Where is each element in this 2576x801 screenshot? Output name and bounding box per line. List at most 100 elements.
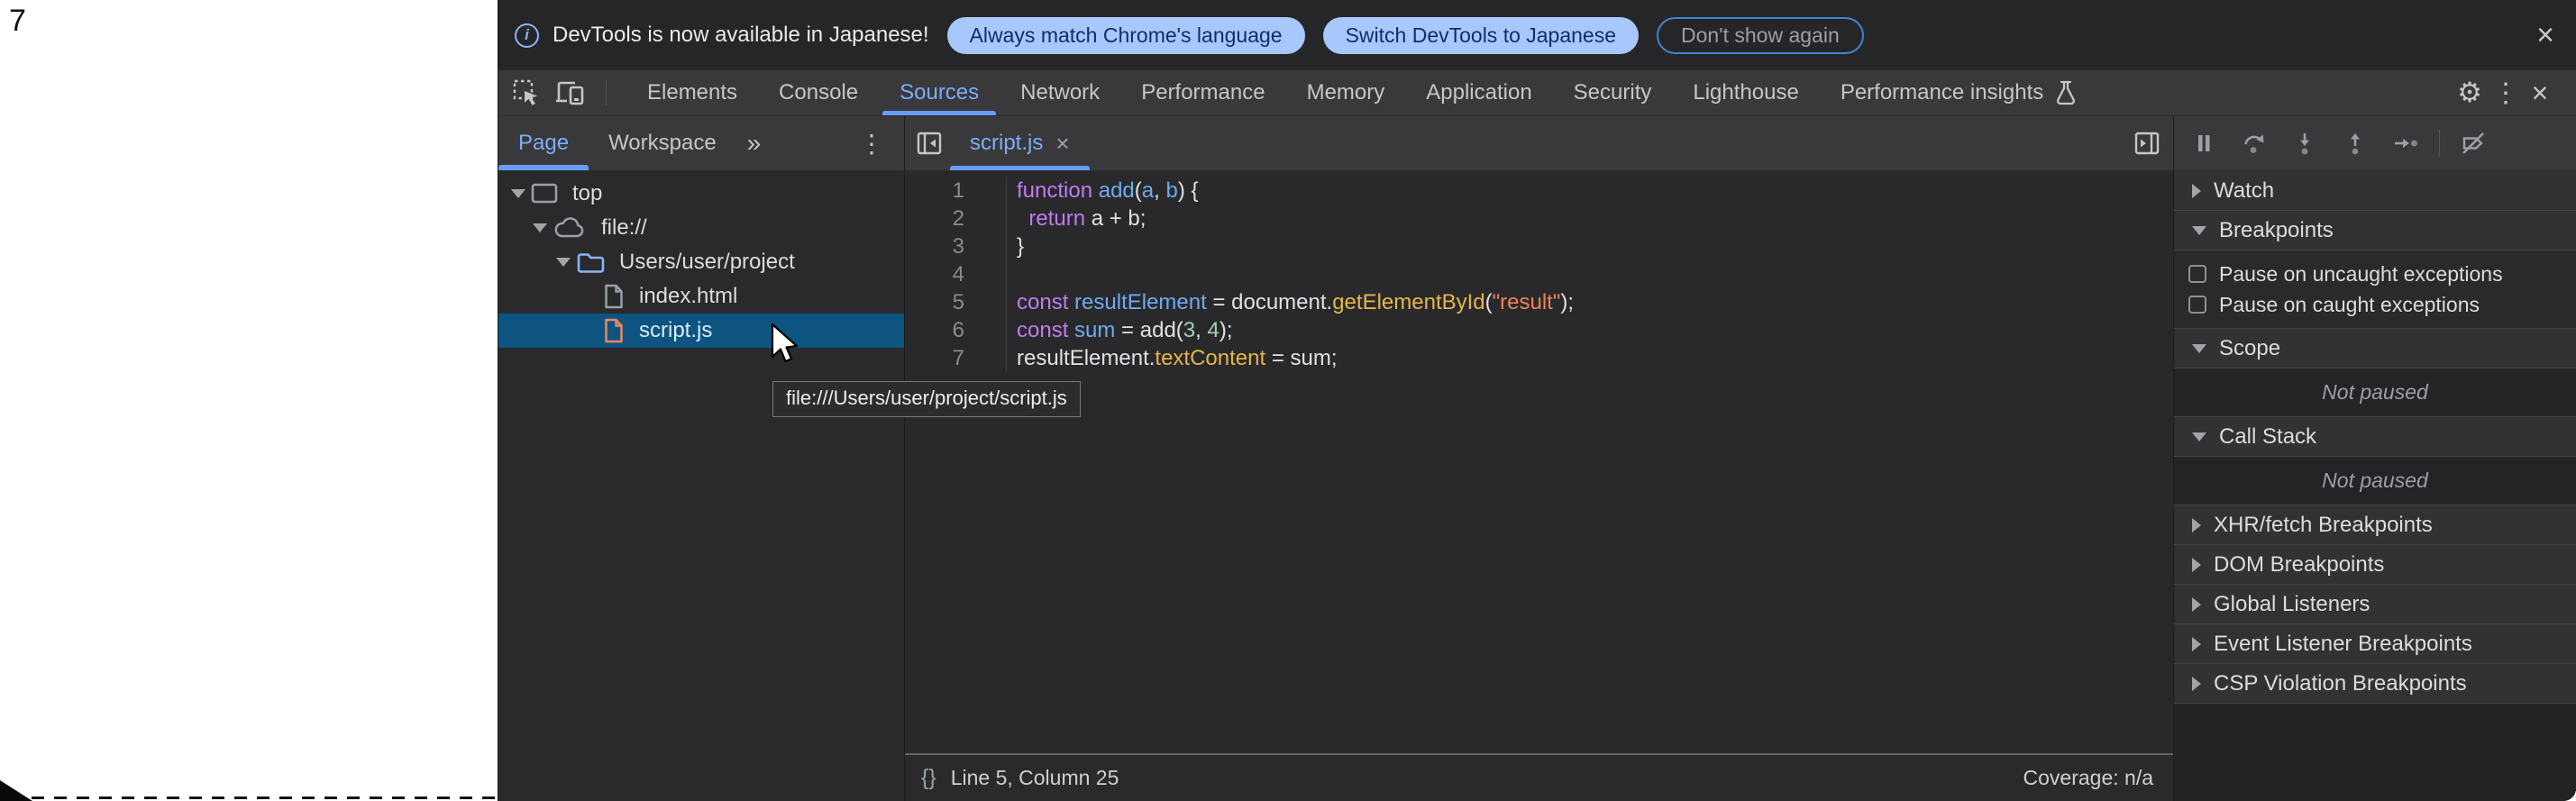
collapse-arrow-icon[interactable] — [2192, 344, 2206, 353]
code-line-5[interactable]: 5const resultElement = document.getEleme… — [905, 288, 2173, 316]
checkbox-row-pause-on-uncaught-exceptions[interactable]: Pause on uncaught exceptions — [2174, 259, 2576, 289]
always-match-language-button[interactable]: Always match Chrome's language — [947, 17, 1305, 54]
toggle-debugger-sidebar-icon[interactable] — [2133, 116, 2173, 170]
step-out-icon[interactable] — [2334, 123, 2376, 164]
expand-arrow-icon[interactable] — [556, 258, 571, 267]
tree-item-label: file:// — [601, 215, 647, 241]
tab-label: Security — [1574, 80, 1652, 105]
tree-item-script-js[interactable]: script.js — [498, 314, 904, 348]
folder-icon — [576, 250, 605, 274]
inspect-element-icon[interactable] — [512, 70, 541, 115]
not-paused-placeholder: Not paused — [2174, 369, 2576, 417]
section-header-call-stack[interactable]: Call Stack — [2174, 417, 2576, 457]
tab-memory[interactable]: Memory — [1286, 70, 1406, 115]
tab-console[interactable]: Console — [758, 70, 879, 115]
pause-script-icon[interactable] — [2183, 123, 2224, 164]
coverage-text: Coverage: n/a — [2023, 766, 2153, 790]
tab-security[interactable]: Security — [1553, 70, 1673, 115]
infobar-close-icon[interactable]: × — [2536, 20, 2554, 50]
expand-arrow-icon[interactable] — [2192, 597, 2201, 612]
tab-label: Console — [779, 80, 858, 105]
expand-arrow-icon[interactable] — [2192, 184, 2201, 198]
tree-item-users-user-project[interactable]: Users/user/project — [498, 245, 904, 279]
code-line-7[interactable]: 7resultElement.textContent = sum; — [905, 344, 2173, 372]
tab-label: Application — [1426, 80, 1531, 105]
code-line-2[interactable]: 2 return a + b; — [905, 205, 2173, 232]
devtools-close-icon[interactable]: × — [2522, 77, 2558, 110]
braces-icon: {} — [921, 765, 936, 791]
tree-item-index-html[interactable]: index.html — [498, 279, 904, 314]
line-number[interactable]: 6 — [905, 316, 1007, 344]
editor-tab-close-icon[interactable]: × — [1055, 130, 1069, 158]
line-number[interactable]: 4 — [905, 260, 1007, 288]
settings-gear-icon[interactable]: ⚙ — [2450, 77, 2489, 109]
step-over-icon[interactable] — [2233, 123, 2275, 164]
tree-item-top[interactable]: top — [498, 177, 904, 211]
line-content: function add(a, b) { — [1007, 177, 1199, 205]
expand-arrow-icon[interactable] — [2192, 518, 2201, 532]
dont-show-again-button[interactable]: Don't show again — [1657, 17, 1864, 54]
line-number[interactable]: 3 — [905, 232, 1007, 260]
code-line-3[interactable]: 3} — [905, 232, 2173, 260]
file-tree: top file:// Users/user/project index.htmlsc… — [498, 171, 904, 348]
navigator-tab-workspace[interactable]: Workspace — [589, 116, 736, 170]
section-header-scope[interactable]: Scope — [2174, 329, 2576, 369]
step-into-icon[interactable] — [2284, 123, 2325, 164]
infobar-message: DevTools is now available in Japanese! — [553, 23, 929, 48]
more-tabs-chevrons[interactable]: » — [736, 116, 774, 170]
line-number[interactable]: 1 — [905, 177, 1007, 205]
tree-item-file[interactable]: file:// — [498, 211, 904, 245]
section-header-watch[interactable]: Watch — [2174, 171, 2576, 211]
tab-performance[interactable]: Performance — [1120, 70, 1285, 115]
code-line-1[interactable]: 1function add(a, b) { — [905, 177, 2173, 205]
tree-item-label: top — [572, 181, 602, 206]
navigator-tab-page[interactable]: Page — [498, 116, 589, 170]
tab-lighthouse[interactable]: Lighthouse — [1672, 70, 1819, 115]
section-header-csp-violation-breakpoints[interactable]: CSP Violation Breakpoints — [2174, 664, 2576, 704]
devtools-infobar: i DevTools is now available in Japanese!… — [498, 0, 2576, 70]
collapse-arrow-icon[interactable] — [2192, 432, 2206, 441]
step-icon[interactable] — [2385, 123, 2426, 164]
navigator-header: PageWorkspace » ⋮ — [498, 116, 904, 171]
line-number[interactable]: 2 — [905, 205, 1007, 232]
section-header-breakpoints[interactable]: Breakpoints — [2174, 211, 2576, 250]
line-content: const resultElement = document.getElemen… — [1007, 288, 1574, 316]
code-line-6[interactable]: 6const sum = add(3, 4); — [905, 316, 2173, 344]
checkbox-label: Pause on caught exceptions — [2219, 293, 2480, 317]
more-options-kebab-icon[interactable]: ⋮ — [2489, 77, 2522, 109]
editor-tab-script-js[interactable]: script.js × — [950, 116, 1090, 170]
device-toolbar-icon[interactable] — [555, 70, 584, 115]
line-number[interactable]: 7 — [905, 344, 1007, 372]
expand-arrow-icon[interactable] — [533, 223, 547, 232]
tab-performance-insights[interactable]: Performance insights — [1820, 70, 2098, 115]
navigator-menu-kebab-icon[interactable]: ⋮ — [859, 116, 904, 170]
code-line-4[interactable]: 4 — [905, 260, 2173, 288]
switch-to-japanese-button[interactable]: Switch DevTools to Japanese — [1323, 17, 1639, 54]
info-icon: i — [515, 23, 539, 48]
expand-arrow-icon[interactable] — [2192, 677, 2201, 691]
tab-label: Lighthouse — [1693, 80, 1798, 105]
line-number[interactable]: 5 — [905, 288, 1007, 316]
checkbox-row-pause-on-caught-exceptions[interactable]: Pause on caught exceptions — [2174, 289, 2576, 320]
expand-arrow-icon[interactable] — [2192, 637, 2201, 651]
expand-arrow-icon[interactable] — [2192, 558, 2201, 572]
toggle-navigator-icon[interactable] — [916, 116, 943, 170]
tab-label: Network — [1020, 80, 1100, 105]
collapse-arrow-icon[interactable] — [2192, 226, 2206, 235]
devtools-window: i DevTools is now available in Japanese!… — [498, 0, 2576, 801]
section-header-xhr-fetch-breakpoints[interactable]: XHR/fetch Breakpoints — [2174, 505, 2576, 545]
section-header-global-listeners[interactable]: Global Listeners — [2174, 585, 2576, 624]
tab-application[interactable]: Application — [1405, 70, 1552, 115]
section-label: Event Listener Breakpoints — [2214, 632, 2472, 657]
code-editor[interactable]: 1function add(a, b) {2 return a + b;3}45… — [905, 171, 2173, 753]
section-header-dom-breakpoints[interactable]: DOM Breakpoints — [2174, 545, 2576, 585]
deactivate-breakpoints-icon[interactable] — [2453, 123, 2494, 164]
tree-item-label: Users/user/project — [619, 250, 795, 275]
tab-network[interactable]: Network — [1000, 70, 1120, 115]
checkbox[interactable] — [2188, 265, 2206, 283]
tab-sources[interactable]: Sources — [879, 70, 1000, 115]
section-header-event-listener-breakpoints[interactable]: Event Listener Breakpoints — [2174, 624, 2576, 664]
checkbox[interactable] — [2188, 296, 2206, 314]
tab-elements[interactable]: Elements — [626, 70, 758, 115]
expand-arrow-icon[interactable] — [511, 189, 525, 198]
